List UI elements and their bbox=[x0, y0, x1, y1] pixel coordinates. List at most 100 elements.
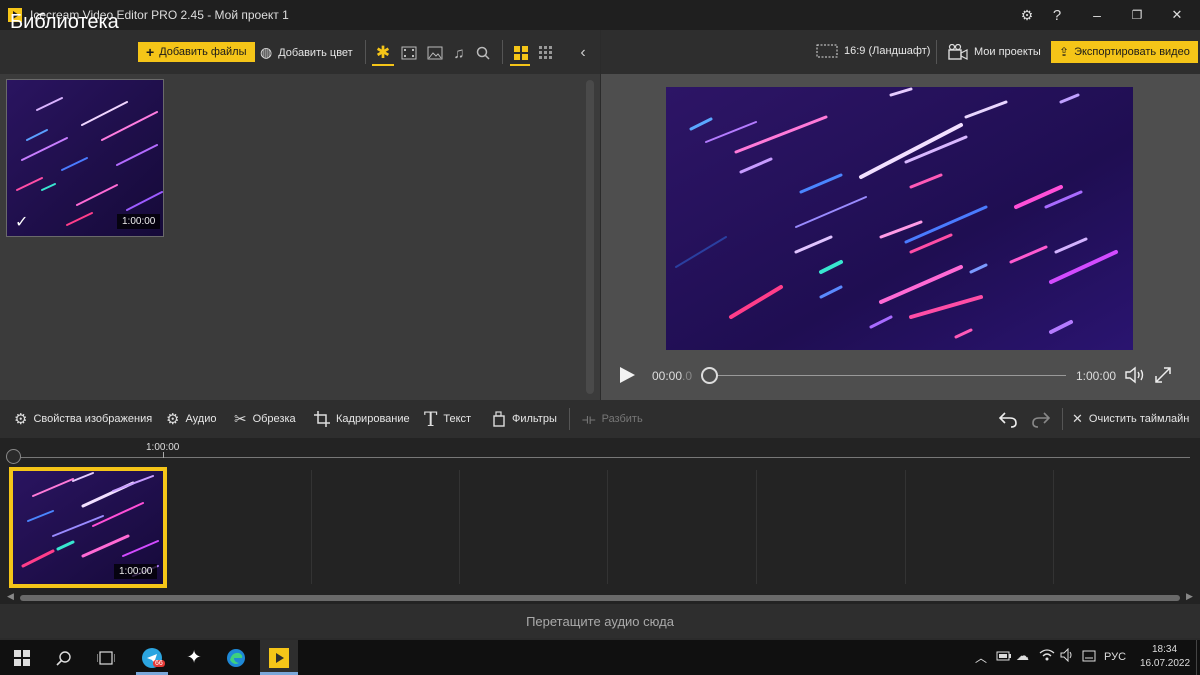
video-icon[interactable] bbox=[400, 44, 418, 62]
timeline-gridline bbox=[459, 470, 460, 584]
timeline-gridline bbox=[905, 470, 906, 584]
timeline-ruler[interactable] bbox=[14, 457, 1190, 458]
search-icon[interactable] bbox=[50, 640, 78, 675]
divider bbox=[502, 40, 503, 64]
plus-icon: + bbox=[146, 44, 155, 60]
play-button[interactable] bbox=[618, 366, 636, 384]
help-icon[interactable]: ? bbox=[1040, 0, 1074, 30]
timeline-gridline bbox=[1053, 470, 1054, 584]
close-button[interactable]: ✕ bbox=[1160, 0, 1194, 30]
add-color-label: Добавить цвет bbox=[278, 46, 353, 59]
seek-bar[interactable] bbox=[710, 375, 1066, 376]
filters-button[interactable]: Фильтры bbox=[492, 400, 557, 438]
play-icon bbox=[620, 367, 635, 383]
aspect-ratio-label: 16:9 (Ландшафт) bbox=[844, 45, 931, 57]
clear-timeline-button[interactable]: ✕ Очистить таймлайн bbox=[1072, 400, 1189, 438]
search-icon[interactable] bbox=[474, 44, 492, 62]
notification-badge: 66 bbox=[153, 659, 165, 667]
export-video-button[interactable]: ⇪ Экспортировать видео bbox=[1051, 41, 1198, 63]
speaker-icon[interactable] bbox=[1060, 648, 1076, 662]
icecream-taskbar-icon[interactable] bbox=[260, 640, 298, 675]
current-time: 00:00.0 bbox=[652, 369, 693, 383]
grid-small-icon[interactable] bbox=[537, 44, 555, 62]
clock-date[interactable]: 16.07.2022 bbox=[1140, 658, 1190, 669]
maximize-button[interactable]: ❐ bbox=[1120, 0, 1154, 30]
settings-gear-icon[interactable]: ⚙ bbox=[1010, 0, 1044, 30]
camera-icon bbox=[948, 44, 968, 60]
keyboard-icon[interactable] bbox=[1082, 650, 1096, 662]
wifi-icon[interactable] bbox=[1039, 648, 1055, 662]
undo-icon[interactable] bbox=[998, 410, 1018, 428]
trim-button[interactable]: ✂ Обрезка bbox=[234, 400, 296, 438]
scroll-left-arrow[interactable]: ◀ bbox=[7, 591, 14, 602]
timeline-gridline bbox=[311, 470, 312, 584]
export-video-label: Экспортировать видео bbox=[1074, 46, 1190, 58]
cloud-icon[interactable]: ☁ bbox=[1016, 648, 1029, 664]
library-title: Библиотека bbox=[10, 11, 119, 33]
telegram-taskbar-icon[interactable]: 66 bbox=[136, 640, 168, 675]
crop-label: Кадрирование bbox=[336, 413, 410, 425]
edge-browser-icon[interactable] bbox=[220, 640, 252, 675]
task-view-icon[interactable] bbox=[92, 640, 120, 675]
redo-icon[interactable] bbox=[1031, 410, 1051, 428]
timeline-gridline bbox=[756, 470, 757, 584]
sparkle-app-icon[interactable]: ✦ bbox=[178, 640, 210, 675]
timeline-clip[interactable]: 1:00:00 bbox=[9, 467, 167, 588]
timeline-gridline bbox=[607, 470, 608, 584]
gear-icon: ⚙ bbox=[166, 411, 180, 428]
gear-icon: ⚙ bbox=[14, 411, 28, 428]
scroll-right-arrow[interactable]: ▶ bbox=[1186, 591, 1193, 602]
add-files-button[interactable]: + Добавить файлы bbox=[138, 42, 255, 62]
my-projects-button[interactable]: Мои проекты bbox=[948, 44, 1041, 60]
split-label: Разбить bbox=[601, 413, 643, 425]
split-button[interactable]: ⟛ Разбить bbox=[582, 400, 643, 438]
ruler-tick bbox=[163, 452, 164, 458]
scissors-icon: ✂ bbox=[234, 411, 247, 428]
library-scrollbar[interactable] bbox=[586, 80, 594, 394]
clip-duration-badge: 1:00:00 bbox=[114, 564, 158, 579]
audio-drop-label: Перетащите аудио сюда bbox=[526, 613, 674, 629]
minimize-button[interactable]: – bbox=[1080, 0, 1114, 30]
windows-start-icon[interactable] bbox=[8, 640, 36, 675]
aspect-ratio-icon bbox=[816, 44, 838, 58]
grid-large-icon[interactable] bbox=[512, 44, 530, 62]
battery-icon[interactable] bbox=[996, 650, 1012, 662]
chevron-left-icon[interactable]: ‹ bbox=[574, 44, 592, 62]
export-icon: ⇪ bbox=[1059, 45, 1070, 59]
tray-expand-icon[interactable]: ︿ bbox=[975, 649, 987, 666]
image-properties-label: Свойства изображения bbox=[33, 413, 153, 425]
playhead-handle[interactable] bbox=[6, 449, 21, 464]
seek-handle[interactable] bbox=[701, 367, 718, 384]
fullscreen-icon[interactable] bbox=[1154, 366, 1172, 384]
my-projects-label: Мои проекты bbox=[974, 46, 1041, 58]
volume-icon[interactable] bbox=[1124, 366, 1146, 384]
clock-time[interactable]: 18:34 bbox=[1152, 644, 1177, 655]
star-icon[interactable]: ✱ bbox=[374, 43, 392, 62]
text-icon: T bbox=[424, 407, 438, 431]
audio-button[interactable]: ⚙ Аудио bbox=[166, 400, 216, 438]
palette-icon: ◍ bbox=[260, 44, 273, 60]
divider bbox=[569, 408, 570, 430]
image-icon[interactable] bbox=[426, 44, 444, 62]
music-icon[interactable]: ♫ bbox=[450, 44, 468, 62]
active-view-indicator bbox=[510, 64, 530, 66]
split-icon: ⟛ bbox=[582, 410, 596, 428]
title-bar: Icecream Video Editor PRO 2.45 - Мой про… bbox=[0, 0, 1200, 30]
preview-video[interactable] bbox=[666, 87, 1133, 350]
add-files-label: Добавить файлы bbox=[159, 46, 247, 58]
image-properties-button[interactable]: ⚙ Свойства изображения bbox=[14, 400, 152, 438]
crop-icon bbox=[314, 411, 330, 427]
text-button[interactable]: T Текст bbox=[424, 400, 471, 438]
aspect-ratio-button[interactable]: 16:9 (Ландшафт) bbox=[816, 44, 930, 58]
timeline-scrollbar[interactable] bbox=[20, 595, 1180, 601]
active-filter-indicator bbox=[372, 64, 394, 66]
audio-drop-zone[interactable]: Перетащите аудио сюда bbox=[0, 604, 1200, 638]
show-desktop-button[interactable] bbox=[1196, 640, 1200, 675]
total-time: 1:00:00 bbox=[1076, 369, 1117, 383]
add-color-button[interactable]: ◍ Добавить цвет bbox=[260, 44, 353, 61]
crop-button[interactable]: Кадрирование bbox=[314, 400, 410, 438]
text-label: Текст bbox=[443, 413, 472, 425]
language-indicator[interactable]: РУС bbox=[1104, 651, 1126, 663]
duration-badge: 1:00:00 bbox=[117, 214, 161, 229]
library-item[interactable]: ✓ 1:00:00 bbox=[6, 79, 164, 237]
